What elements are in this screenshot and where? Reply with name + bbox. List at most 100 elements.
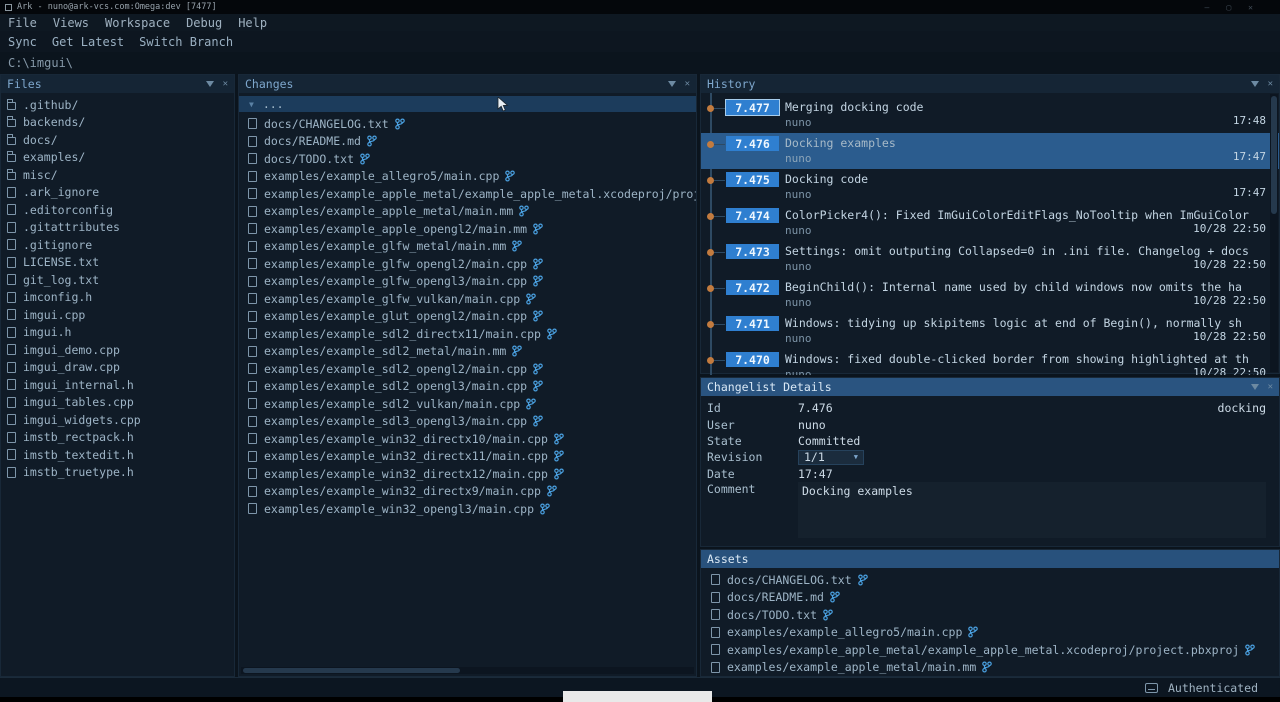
changed-file-item[interactable]: examples/example_glfw_opengl2/main.cpp bbox=[239, 255, 696, 273]
menu-item[interactable]: Debug bbox=[178, 14, 230, 31]
menu-item[interactable]: Workspace bbox=[97, 14, 178, 31]
file-name: examples/example_apple_metal/main.mm bbox=[727, 660, 976, 674]
revision-combobox[interactable]: 1/1 ▼ bbox=[798, 450, 864, 465]
file-tree-item[interactable]: imgui_draw.cpp bbox=[1, 359, 234, 377]
file-tree-item[interactable]: imconfig.h bbox=[1, 289, 234, 307]
file-tree-item[interactable]: .ark_ignore bbox=[1, 184, 234, 202]
scrollbar-thumb[interactable] bbox=[243, 668, 460, 673]
menu-item[interactable]: Views bbox=[45, 14, 97, 31]
workspace-path: C:\imgui\ bbox=[8, 56, 73, 70]
changeset-row[interactable]: 7.475 Docking code nuno 17:47 bbox=[701, 169, 1279, 205]
changeset-row[interactable]: 7.473 Settings: omit outputing Collapsed… bbox=[701, 241, 1279, 277]
asset-item[interactable]: examples/example_apple_metal/main.mm bbox=[701, 659, 1279, 677]
file-tree-item[interactable]: imstb_truetype.h bbox=[1, 464, 234, 482]
file-name: examples/example_allegro5/main.cpp bbox=[264, 169, 499, 183]
close-panel-icon[interactable]: ✕ bbox=[1268, 80, 1273, 89]
file-tree-item[interactable]: .gitattributes bbox=[1, 219, 234, 237]
asset-item[interactable]: examples/example_apple_metal/example_app… bbox=[701, 641, 1279, 659]
file-tree-item[interactable]: imgui.h bbox=[1, 324, 234, 342]
file-name: LICENSE.txt bbox=[23, 255, 99, 269]
filter-icon[interactable] bbox=[206, 81, 214, 87]
close-panel-icon[interactable]: ✕ bbox=[685, 80, 690, 89]
file-tree-item[interactable]: imgui.cpp bbox=[1, 306, 234, 324]
changed-file-item[interactable]: examples/example_sdl3_opengl3/main.cpp bbox=[239, 413, 696, 431]
changeset-row[interactable]: 7.471 Windows: tidying up skipitems logi… bbox=[701, 313, 1279, 349]
file-tree-item[interactable]: examples/ bbox=[1, 149, 234, 167]
changed-file-item[interactable]: examples/example_sdl2_opengl2/main.cpp bbox=[239, 360, 696, 378]
changed-file-item[interactable]: docs/README.md bbox=[239, 133, 696, 151]
expand-arrow-icon[interactable]: ▼ bbox=[249, 100, 254, 109]
toolbar-button[interactable]: Sync bbox=[8, 33, 44, 51]
changed-file-item[interactable]: examples/example_win32_directx12/main.cp… bbox=[239, 465, 696, 483]
changed-file-item[interactable]: examples/example_win32_opengl3/main.cpp bbox=[239, 500, 696, 518]
minimize-button[interactable]: – bbox=[1205, 3, 1210, 12]
changed-file-item[interactable]: examples/example_sdl2_vulkan/main.cpp bbox=[239, 395, 696, 413]
file-tree-item[interactable]: docs/ bbox=[1, 131, 234, 149]
changeset-badge[interactable]: 7.475 bbox=[726, 172, 779, 187]
menu-item[interactable]: File bbox=[0, 14, 45, 31]
asset-item[interactable]: docs/TODO.txt bbox=[701, 606, 1279, 624]
changed-file-item[interactable]: docs/CHANGELOG.txt bbox=[239, 115, 696, 133]
file-tree-item[interactable]: imgui_internal.h bbox=[1, 376, 234, 394]
changed-file-item[interactable]: examples/example_sdl2_opengl3/main.cpp bbox=[239, 378, 696, 396]
changeset-row[interactable]: 7.472 BeginChild(): Internal name used b… bbox=[701, 277, 1279, 313]
changeset-badge[interactable]: 7.477 bbox=[726, 100, 779, 115]
changeset-badge[interactable]: 7.470 bbox=[726, 352, 779, 367]
menu-item[interactable]: Help bbox=[230, 14, 275, 31]
file-tree-item[interactable]: backends/ bbox=[1, 114, 234, 132]
file-tree-item[interactable]: imgui_tables.cpp bbox=[1, 394, 234, 412]
file-tree-item[interactable]: .github/ bbox=[1, 96, 234, 114]
asset-item[interactable]: docs/CHANGELOG.txt bbox=[701, 571, 1279, 589]
close-button[interactable]: ✕ bbox=[1248, 3, 1253, 12]
changed-file-item[interactable]: examples/example_glfw_opengl3/main.cpp bbox=[239, 273, 696, 291]
filter-icon[interactable] bbox=[1251, 81, 1259, 87]
changed-file-item[interactable]: docs/TODO.txt bbox=[239, 150, 696, 168]
file-name: examples/example_glfw_vulkan/main.cpp bbox=[264, 292, 520, 306]
changeset-badge[interactable]: 7.474 bbox=[726, 208, 779, 223]
comment-box[interactable]: Docking examples bbox=[798, 482, 1266, 538]
taskbar-window-button[interactable] bbox=[563, 691, 712, 702]
asset-item[interactable]: docs/README.md bbox=[701, 589, 1279, 607]
changed-file-item[interactable]: examples/example_apple_opengl2/main.mm bbox=[239, 220, 696, 238]
modified-icon bbox=[512, 240, 522, 252]
changes-root-node[interactable]: ▼ ... bbox=[239, 96, 696, 112]
changed-file-item[interactable]: examples/example_glut_opengl2/main.cpp bbox=[239, 308, 696, 326]
asset-item[interactable]: examples/example_allegro5/main.cpp bbox=[701, 624, 1279, 642]
changed-file-item[interactable]: examples/example_glfw_metal/main.mm bbox=[239, 238, 696, 256]
toolbar-button[interactable]: Get Latest bbox=[52, 33, 131, 51]
changed-file-item[interactable]: examples/example_win32_directx10/main.cp… bbox=[239, 430, 696, 448]
file-tree-item[interactable]: LICENSE.txt bbox=[1, 254, 234, 272]
changeset-badge[interactable]: 7.473 bbox=[726, 244, 779, 259]
file-tree-item[interactable]: misc/ bbox=[1, 166, 234, 184]
changeset-badge[interactable]: 7.476 bbox=[726, 136, 779, 151]
changed-file-item[interactable]: examples/example_apple_metal/main.mm bbox=[239, 203, 696, 221]
file-tree-item[interactable]: git_log.txt bbox=[1, 271, 234, 289]
changed-file-item[interactable]: examples/example_sdl2_directx11/main.cpp bbox=[239, 325, 696, 343]
toolbar-button[interactable]: Switch Branch bbox=[139, 33, 240, 51]
file-tree-item[interactable]: imgui_demo.cpp bbox=[1, 341, 234, 359]
changeset-badge[interactable]: 7.472 bbox=[726, 280, 779, 295]
changeset-row[interactable]: 7.474 ColorPicker4(): Fixed ImGuiColorEd… bbox=[701, 205, 1279, 241]
close-panel-icon[interactable]: ✕ bbox=[1268, 383, 1273, 392]
file-tree-item[interactable]: imstb_rectpack.h bbox=[1, 429, 234, 447]
changed-file-item[interactable]: examples/example_sdl2_metal/main.mm bbox=[239, 343, 696, 361]
changed-file-item[interactable]: examples/example_glfw_vulkan/main.cpp bbox=[239, 290, 696, 308]
changed-file-item[interactable]: examples/example_win32_directx9/main.cpp bbox=[239, 483, 696, 501]
changeset-row[interactable]: 7.477 Merging docking code nuno 17:48 bbox=[701, 97, 1279, 133]
changed-file-item[interactable]: examples/example_apple_metal/example_app… bbox=[239, 185, 696, 203]
file-tree-item[interactable]: .gitignore bbox=[1, 236, 234, 254]
file-tree-item[interactable]: imstb_textedit.h bbox=[1, 446, 234, 464]
close-panel-icon[interactable]: ✕ bbox=[223, 80, 228, 89]
changeset-badge[interactable]: 7.471 bbox=[726, 316, 779, 331]
changeset-row[interactable]: 7.476 Docking examples nuno 17:47 bbox=[701, 133, 1279, 169]
file-tree-item[interactable]: imgui_widgets.cpp bbox=[1, 411, 234, 429]
changed-file-item[interactable]: examples/example_win32_directx11/main.cp… bbox=[239, 448, 696, 466]
filter-icon[interactable] bbox=[668, 81, 676, 87]
filter-icon[interactable] bbox=[1251, 384, 1259, 390]
file-name: git_log.txt bbox=[23, 273, 99, 287]
changeset-row[interactable]: 7.470 Windows: fixed double-clicked bord… bbox=[701, 349, 1279, 375]
changed-file-item[interactable]: examples/example_allegro5/main.cpp bbox=[239, 168, 696, 186]
maximize-button[interactable]: ▢ bbox=[1226, 3, 1231, 12]
file-tree-item[interactable]: .editorconfig bbox=[1, 201, 234, 219]
scrollbar-thumb[interactable] bbox=[1271, 96, 1277, 214]
